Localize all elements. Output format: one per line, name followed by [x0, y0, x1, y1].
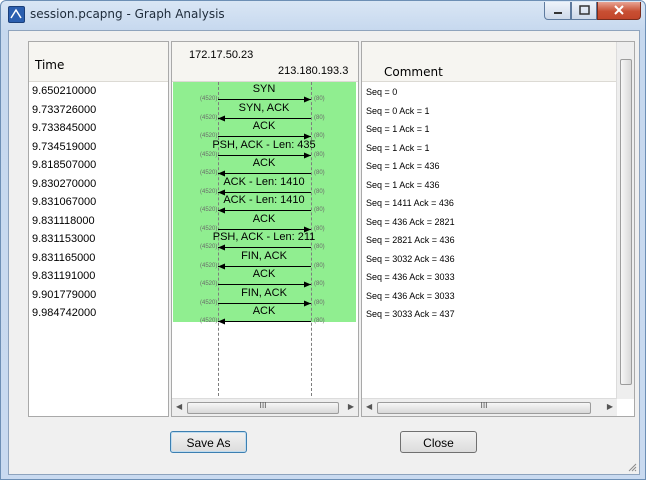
time-row[interactable]: 9.831165000	[32, 252, 95, 264]
time-row[interactable]: 9.901779000	[32, 289, 96, 301]
window-title: session.pcapng - Graph Analysis	[30, 7, 225, 21]
comment-row[interactable]: Seq = 436 Ack = 2821	[366, 217, 455, 227]
time-row[interactable]: 9.830270000	[32, 178, 96, 190]
comment-row[interactable]: Seq = 1 Ack = 436	[366, 161, 440, 171]
comment-row[interactable]: Seq = 436 Ack = 3033	[366, 272, 455, 282]
comment-row[interactable]: Seq = 0	[366, 87, 397, 97]
title-bar[interactable]: session.pcapng - Graph Analysis	[1, 1, 645, 29]
host-left-label: 172.17.50.23	[189, 49, 254, 61]
host-right-label: 213.180.193.3	[278, 65, 349, 77]
time-row[interactable]: 9.831118000	[32, 215, 95, 227]
time-row[interactable]: 9.650210000	[32, 85, 96, 97]
flow-label[interactable]: ACK - Len: 1410	[204, 194, 324, 206]
time-header-label: Time	[35, 58, 65, 72]
time-row[interactable]: 9.733726000	[32, 104, 96, 116]
scroll-right-arrow-icon[interactable]: ▶	[607, 402, 613, 411]
time-row[interactable]: 9.733845000	[32, 122, 96, 134]
resize-grip-icon[interactable]	[627, 462, 637, 472]
flow-label[interactable]: ACK	[204, 157, 324, 169]
flow-label[interactable]: ACK	[204, 120, 324, 132]
client-area: Time 9.650210000 9.733726000 9.733845000 9.…	[8, 30, 640, 475]
graph-pane[interactable]: 172.17.50.23 213.180.193.3 SYN (4520) (80)…	[171, 41, 359, 417]
maximize-icon	[579, 5, 590, 15]
flow-label[interactable]: PSH, ACK - Len: 211	[204, 231, 324, 243]
graph-hscrollbar[interactable]: ◀ III ▶	[172, 398, 358, 416]
flow-label[interactable]: ACK	[204, 305, 324, 317]
save-as-button[interactable]: Save As	[170, 431, 247, 453]
time-pane[interactable]: Time 9.650210000 9.733726000 9.733845000 9.…	[28, 41, 169, 417]
comment-row[interactable]: Seq = 436 Ack = 3033	[366, 291, 455, 301]
flow-label[interactable]: FIN, ACK	[204, 250, 324, 262]
time-row[interactable]: 9.831067000	[32, 196, 96, 208]
graph-header: 172.17.50.23 213.180.193.3	[172, 42, 358, 82]
flow-label[interactable]: SYN	[204, 83, 324, 95]
comment-row[interactable]: Seq = 1 Ack = 1	[366, 143, 430, 153]
wireshark-app-icon	[8, 6, 25, 23]
close-window-button[interactable]	[597, 2, 641, 20]
minimize-button[interactable]	[544, 2, 571, 20]
flow-label[interactable]: FIN, ACK	[204, 287, 324, 299]
flow-label[interactable]: ACK	[204, 213, 324, 225]
comment-hscroll-thumb[interactable]: III	[377, 401, 591, 414]
flow-label[interactable]: SYN, ACK	[204, 102, 324, 114]
flow-label[interactable]: ACK - Len: 1410	[204, 176, 324, 188]
time-column-header: Time	[29, 42, 168, 82]
grip-glyph: III	[259, 401, 267, 410]
time-row[interactable]: 9.734519000	[32, 141, 96, 153]
graph-hscroll-thumb[interactable]: III	[187, 401, 339, 414]
minimize-icon	[554, 12, 562, 14]
close-button[interactable]: Close	[400, 431, 477, 453]
comment-row[interactable]: Seq = 2821 Ack = 436	[366, 235, 455, 245]
comment-row[interactable]: Seq = 1411 Ack = 436	[366, 198, 454, 208]
time-row[interactable]: 9.984742000	[32, 307, 96, 319]
comment-hscrollbar[interactable]: ◀ III ▶	[362, 398, 617, 416]
comment-row[interactable]: Seq = 1 Ack = 1	[366, 124, 430, 134]
close-icon	[614, 5, 624, 15]
comment-vscrollbar[interactable]	[616, 42, 634, 399]
comment-row[interactable]: Seq = 3032 Ack = 436	[366, 254, 455, 264]
time-row[interactable]: 9.831153000	[32, 233, 95, 245]
scroll-left-arrow-icon[interactable]: ◀	[366, 402, 372, 411]
time-row[interactable]: 9.831191000	[32, 270, 95, 282]
time-row[interactable]: 9.818507000	[32, 159, 96, 171]
grip-glyph: III	[480, 401, 488, 410]
arrow-left-icon	[218, 318, 311, 325]
comment-column-header: Comment	[362, 42, 634, 82]
left-port-label: (4520)	[200, 318, 218, 324]
scroll-left-arrow-icon[interactable]: ◀	[176, 402, 182, 411]
maximize-button[interactable]	[571, 2, 597, 20]
comment-row[interactable]: Seq = 3033 Ack = 437	[366, 309, 455, 319]
comment-vscroll-thumb[interactable]	[620, 59, 632, 385]
comment-row[interactable]: Seq = 0 Ack = 1	[366, 106, 430, 116]
comment-header-label: Comment	[384, 65, 443, 79]
scroll-right-arrow-icon[interactable]: ▶	[348, 402, 354, 411]
right-port-label: (80)	[314, 318, 325, 324]
flow-label[interactable]: ACK	[204, 268, 324, 280]
graph-analysis-window: session.pcapng - Graph Analysis Time 9.6…	[0, 0, 646, 480]
comment-row[interactable]: Seq = 1 Ack = 436	[366, 180, 440, 190]
comment-pane[interactable]: Comment Seq = 0 Seq = 0 Ack = 1 Seq = 1 Ac…	[361, 41, 635, 417]
flow-label[interactable]: PSH, ACK - Len: 435	[204, 139, 324, 151]
